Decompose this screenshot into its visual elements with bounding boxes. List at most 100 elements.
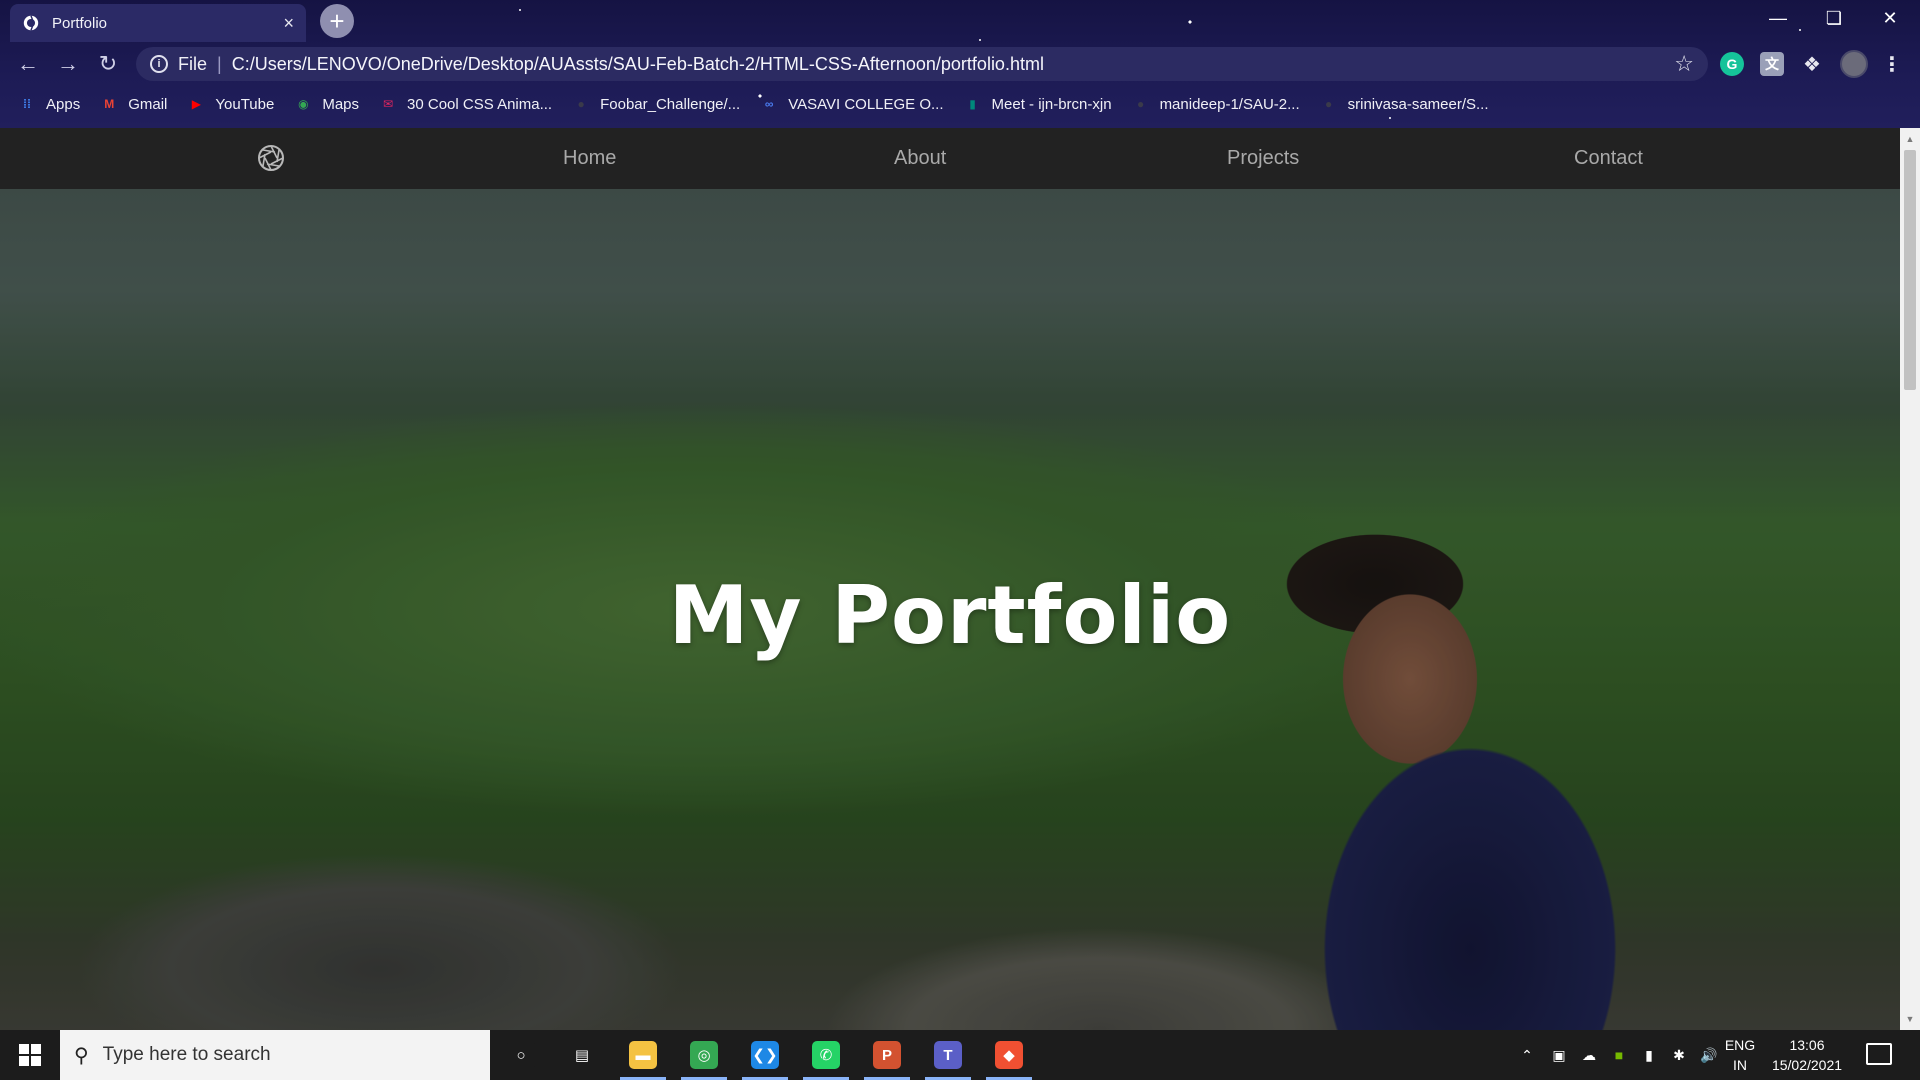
bookmark-label: manideep-1/SAU-2... [1159,95,1300,113]
notifications-icon[interactable] [1866,1043,1892,1065]
bookmark-item[interactable]: ∞ VASAVI COLLEGE O... [760,95,944,113]
taskbar-app-vscode[interactable]: ❮❯ [736,1030,794,1080]
new-tab-button[interactable]: + [320,4,354,38]
bookmark-star-icon[interactable]: ☆ [1674,51,1694,77]
taskbar-app-whatsapp[interactable]: ✆ [797,1030,855,1080]
reload-icon[interactable]: ↻ [92,48,124,80]
grammarly-extension-icon[interactable]: G [1720,52,1744,76]
hero-title: My Portfolio [668,569,1232,662]
address-url[interactable]: C:/Users/LENOVO/OneDrive/Desktop/AUAssts… [232,54,1675,75]
page-viewport: Home About Projects Contact My Portfolio [0,128,1900,1030]
tray-volume-icon[interactable]: 🔊 [1694,1047,1724,1064]
taskbar-clock[interactable]: 13:06 15/02/2021 [1764,1035,1850,1075]
tab-portfolio[interactable]: Portfolio × [10,4,306,42]
browser-chrome: Portfolio × + — ❏ ✕ ← → ↻ i File | C:/Us… [0,0,1920,128]
search-placeholder: Type here to search [102,1044,271,1065]
clock-date: 15/02/2021 [1771,1057,1843,1073]
bookmark-item[interactable]: ◉ Maps [294,95,359,113]
language-region: IN [1733,1057,1747,1073]
scroll-up-icon[interactable]: ▲ [1900,130,1920,148]
bookmark-item[interactable]: ▮ Meet - ijn-brcn-xjn [964,95,1111,113]
whatsapp-icon: ✆ [812,1041,840,1069]
bookmark-label: Foobar_Challenge/... [600,95,741,113]
taskbar-app-task-view[interactable]: ▤ [553,1030,611,1080]
bookmark-item[interactable]: ✉ 30 Cool CSS Anima... [379,95,552,113]
browser-toolbar: ← → ↻ i File | C:/Users/LENOVO/OneDrive/… [0,42,1920,86]
nav-link-contact[interactable]: Contact [1574,128,1643,189]
bookmark-item[interactable]: M Gmail [100,95,167,113]
language-code: ENG [1724,1037,1756,1053]
bookmark-label: Apps [46,95,81,113]
nav-link-projects[interactable]: Projects [1227,128,1299,189]
address-scheme: File [178,53,208,74]
restore-icon[interactable]: ❏ [1806,0,1862,36]
back-icon[interactable]: ← [12,48,44,80]
github-icon: ● [1136,97,1145,111]
globe-icon [23,15,39,31]
scroll-thumb[interactable] [1904,150,1916,390]
scroll-down-icon[interactable]: ▼ [1900,1010,1920,1028]
bookmarks-bar: ⁞⁞ Apps M Gmail ▶ YouTube ◉ Maps ✉ 30 Cool CSS An… [0,86,1920,122]
browser-menu-icon[interactable]: ⋮ [1880,52,1904,76]
bookmark-item[interactable]: ▶ YouTube [187,95,275,113]
gmail-icon: M [104,97,115,111]
camera-aperture-icon[interactable] [256,143,286,173]
github-icon: ● [577,97,585,111]
bookmark-label: 30 Cool CSS Anima... [407,95,553,113]
hero-background-photo: My Portfolio [0,189,1900,1030]
taskbar-app-chrome[interactable]: ◎ [675,1030,733,1080]
close-window-icon[interactable]: ✕ [1862,0,1918,36]
file-explorer-icon: ▬ [629,1041,657,1069]
tab-strip: Portfolio × + — ❏ ✕ [0,0,1920,42]
tray-onedrive-icon[interactable]: ☁ [1574,1047,1604,1064]
bookmark-label: Maps [322,95,360,113]
chrome-icon: ◎ [690,1041,718,1069]
profile-avatar[interactable] [1840,50,1868,78]
tray-meet-icon[interactable]: ▣ [1544,1047,1574,1064]
nav-link-about[interactable]: About [894,128,946,189]
tray-chevron-icon[interactable]: ⌃ [1510,1047,1544,1064]
taskbar-app-cortana[interactable]: ○ [492,1030,550,1080]
bookmark-item[interactable]: ● Foobar_Challenge/... [572,95,740,113]
git-icon: ◆ [995,1041,1023,1069]
clock-time: 13:06 [1789,1037,1825,1053]
bookmark-item[interactable]: ● srinivasa-sameer/S... [1320,95,1489,113]
info-icon[interactable]: i [150,55,168,73]
task-view-icon: ▤ [568,1041,596,1069]
address-bar[interactable]: i File | C:/Users/LENOVO/OneDrive/Deskto… [136,47,1708,81]
page-scrollbar[interactable]: ▲ ▼ [1900,128,1920,1030]
tray-nvidia-icon[interactable]: ■ [1604,1047,1634,1063]
tray-battery-icon[interactable]: ▮ [1634,1047,1664,1064]
extensions-puzzle-icon[interactable]: ❖ [1800,52,1824,76]
bookmark-label: VASAVI COLLEGE O... [788,95,944,113]
github-icon: ● [1325,97,1333,111]
youtube-icon: ▶ [191,97,201,111]
windows-taskbar: ⚲ Type here to search ○ ▤ ▬ ◎ ❮❯ ✆ P T ◆ ⌃ ▣ ☁ ■… [0,1030,1920,1080]
site-navbar: Home About Projects Contact [0,128,1900,189]
taskbar-app-teams[interactable]: T [919,1030,977,1080]
address-separator: | [217,53,222,74]
taskbar-app-file-explorer[interactable]: ▬ [614,1030,672,1080]
bookmark-item[interactable]: ● manideep-1/SAU-2... [1132,95,1300,113]
start-button[interactable] [0,1030,60,1080]
taskbar-app-powerpoint[interactable]: P [858,1030,916,1080]
system-tray: ⌃ ▣ ☁ ■ ▮ ✱ 🔊 [1510,1030,1724,1080]
language-indicator[interactable]: ENG IN [1722,1035,1758,1075]
bookmark-label: Gmail [128,95,168,113]
tray-wifi-icon[interactable]: ✱ [1664,1047,1694,1064]
bookmark-item[interactable]: ⁞⁞ Apps [18,95,80,113]
powerpoint-icon: P [873,1041,901,1069]
minimize-icon[interactable]: — [1750,0,1806,36]
teams-icon: T [934,1041,962,1069]
tab-close-icon[interactable]: × [283,13,294,34]
bookmark-label: srinivasa-sameer/S... [1347,95,1489,113]
nav-link-home[interactable]: Home [563,128,616,189]
tab-title: Portfolio [52,14,108,32]
translate-extension-icon[interactable]: 文 [1760,52,1784,76]
cortana-icon: ○ [507,1041,535,1069]
bookmark-label: YouTube [215,95,275,113]
mail-icon: ✉ [382,97,394,111]
forward-icon[interactable]: → [52,48,84,80]
taskbar-app-git[interactable]: ◆ [980,1030,1038,1080]
taskbar-search[interactable]: ⚲ Type here to search [60,1030,490,1080]
